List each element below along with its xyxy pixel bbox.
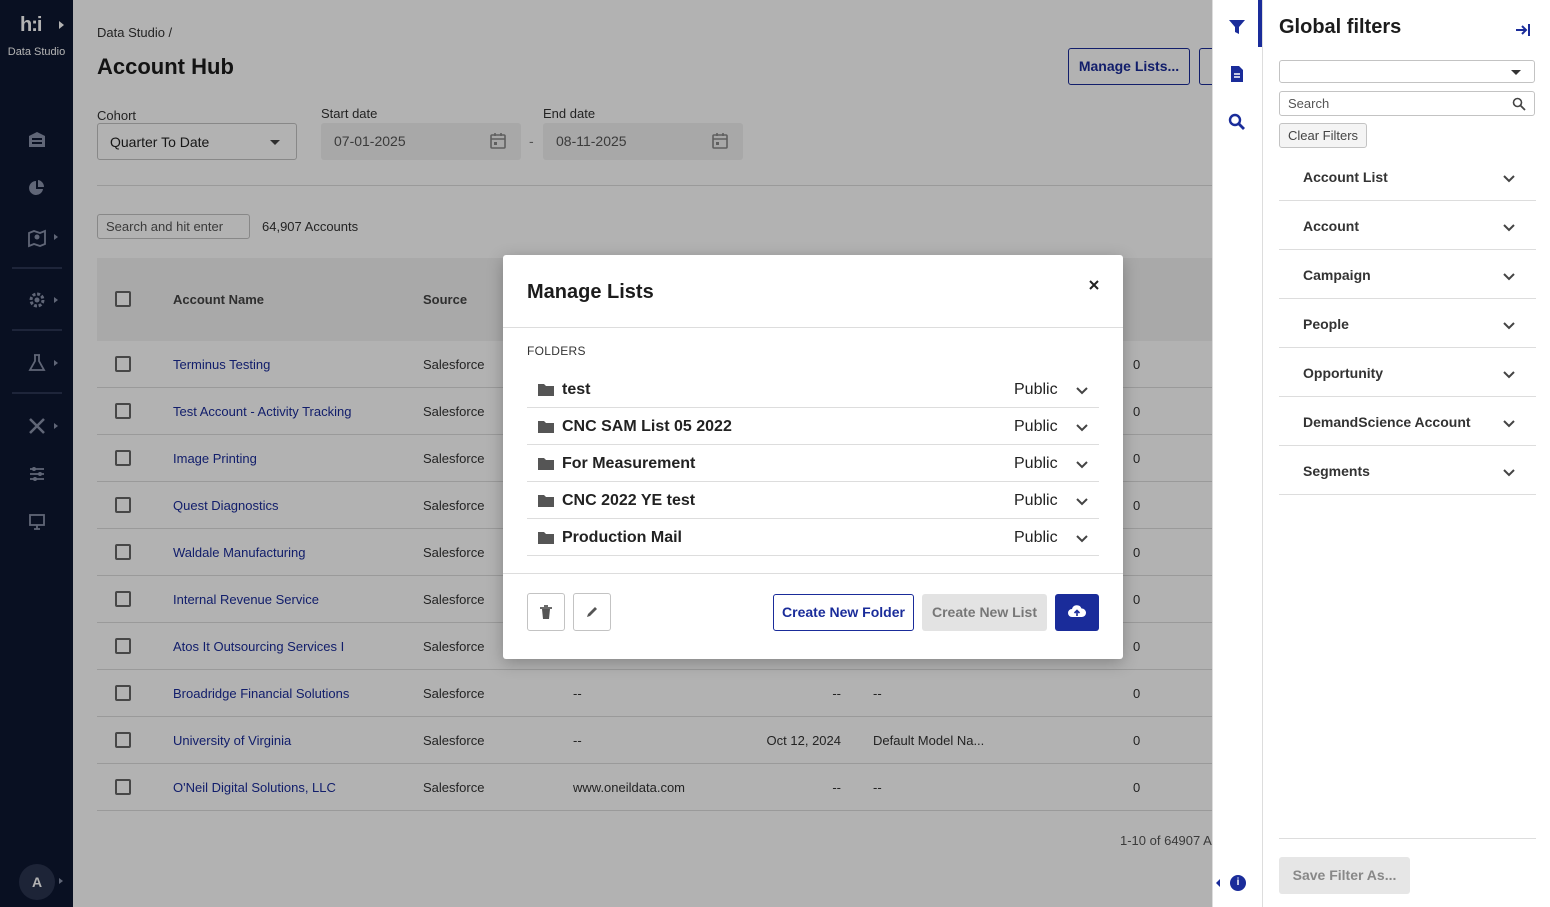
folders-label: FOLDERS xyxy=(527,344,586,358)
save-filter-button[interactable]: Save Filter As... xyxy=(1279,857,1410,894)
chevron-down-icon xyxy=(1503,469,1515,477)
rail-collapse-caret-icon[interactable] xyxy=(1216,879,1220,887)
filter-search-input[interactable]: Search xyxy=(1279,91,1535,116)
folder-name: CNC SAM List 05 2022 xyxy=(562,418,732,435)
chevron-down-icon xyxy=(1503,273,1515,281)
chevron-down-icon[interactable] xyxy=(1075,457,1089,471)
filter-category-label: DemandScience Account xyxy=(1303,414,1471,430)
chevron-down-icon xyxy=(1503,322,1515,330)
filter-search-placeholder: Search xyxy=(1288,96,1330,111)
pencil-icon xyxy=(587,607,597,617)
folder-name: Production Mail xyxy=(562,529,682,546)
search-icon xyxy=(1512,97,1526,111)
chevron-down-icon[interactable] xyxy=(1075,383,1089,397)
filter-category-item[interactable]: DemandScience Account xyxy=(1279,397,1536,446)
folder-visibility: Public xyxy=(1014,455,1058,472)
chevron-down-icon xyxy=(1503,175,1515,183)
filter-category-item[interactable]: Account xyxy=(1279,201,1536,250)
filter-category-item[interactable]: Segments xyxy=(1279,446,1536,495)
create-new-folder-button[interactable]: Create New Folder xyxy=(773,594,914,631)
collapse-panel-icon[interactable] xyxy=(1514,21,1532,39)
filter-category-item[interactable]: Campaign xyxy=(1279,250,1536,299)
trash-icon xyxy=(540,605,552,619)
folder-name: test xyxy=(562,381,591,398)
global-filters-title: Global filters xyxy=(1279,16,1402,38)
folder-icon xyxy=(538,495,554,507)
folder-visibility: Public xyxy=(1014,418,1058,435)
edit-button[interactable] xyxy=(573,593,611,631)
cloud-upload-icon xyxy=(1068,605,1086,617)
filter-set-select[interactable] xyxy=(1279,60,1535,83)
filter-category-label: Opportunity xyxy=(1303,365,1384,381)
folder-name: For Measurement xyxy=(562,455,696,472)
divider xyxy=(1279,838,1536,839)
document-icon[interactable] xyxy=(1228,65,1246,83)
folder-row[interactable]: CNC SAM List 05 2022 Public xyxy=(527,408,1099,445)
filter-category-label: Account xyxy=(1303,218,1359,234)
chevron-down-icon xyxy=(1503,371,1515,379)
chevron-down-icon[interactable] xyxy=(1075,420,1089,434)
search-icon[interactable] xyxy=(1228,113,1246,131)
chevron-down-icon xyxy=(1503,224,1515,232)
filter-category-item[interactable]: Account List xyxy=(1279,152,1536,201)
clear-filters-button[interactable]: Clear Filters xyxy=(1279,123,1367,148)
right-rail xyxy=(1212,0,1262,907)
filter-category-label: People xyxy=(1303,316,1349,332)
divider xyxy=(503,573,1123,574)
chevron-down-icon xyxy=(1511,70,1521,75)
filter-category-item[interactable]: People xyxy=(1279,299,1536,348)
folder-visibility: Public xyxy=(1014,529,1058,546)
modal-title: Manage Lists xyxy=(527,281,654,303)
filter-category-label: Account List xyxy=(1303,169,1388,185)
chevron-down-icon[interactable] xyxy=(1075,531,1089,545)
close-icon[interactable] xyxy=(1087,278,1101,292)
delete-button[interactable] xyxy=(527,593,565,631)
manage-lists-modal: Manage Lists FOLDERS test Public CNC SAM L… xyxy=(503,255,1123,659)
folder-icon xyxy=(538,458,554,470)
upload-button[interactable] xyxy=(1055,594,1099,631)
folder-icon xyxy=(538,384,554,396)
folder-icon xyxy=(538,532,554,544)
filter-category-item[interactable]: Opportunity xyxy=(1279,348,1536,397)
chevron-down-icon[interactable] xyxy=(1075,494,1089,508)
folder-row[interactable]: test Public xyxy=(527,371,1099,408)
divider xyxy=(503,327,1123,328)
create-new-list-button[interactable]: Create New List xyxy=(922,594,1047,631)
info-icon[interactable]: i xyxy=(1230,875,1246,891)
folder-icon xyxy=(538,421,554,433)
folder-visibility: Public xyxy=(1014,492,1058,509)
filter-category-label: Segments xyxy=(1303,463,1370,479)
chevron-down-icon xyxy=(1503,420,1515,428)
filter-category-label: Campaign xyxy=(1303,267,1371,283)
folder-row[interactable]: For Measurement Public xyxy=(527,445,1099,482)
folder-row[interactable]: Production Mail Public xyxy=(527,519,1099,556)
filter-icon[interactable] xyxy=(1228,18,1246,36)
folder-name: CNC 2022 YE test xyxy=(562,492,696,509)
folder-visibility: Public xyxy=(1014,381,1058,398)
folder-row[interactable]: CNC 2022 YE test Public xyxy=(527,482,1099,519)
